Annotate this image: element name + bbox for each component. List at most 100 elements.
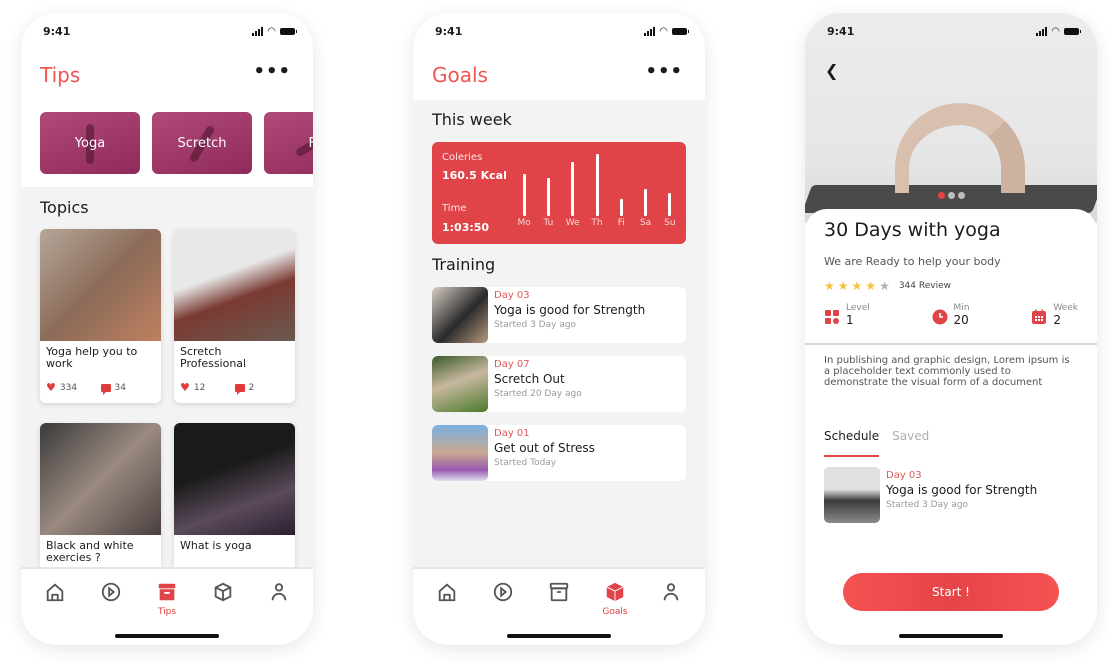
nav-tips[interactable] bbox=[534, 581, 584, 618]
nav-play[interactable] bbox=[86, 581, 136, 618]
nav-home[interactable] bbox=[422, 581, 472, 618]
topic-name: What is yoga bbox=[180, 539, 252, 552]
back-chevron-icon[interactable]: ❮ bbox=[825, 61, 838, 80]
nav-play[interactable] bbox=[478, 581, 528, 618]
training-day: Day 03 bbox=[494, 290, 530, 301]
training-name: Get out of Stress bbox=[494, 441, 595, 455]
training-item[interactable]: Day 07 Scretch Out Started 20 Day ago bbox=[432, 356, 686, 412]
heart-icon[interactable]: ♥ bbox=[180, 381, 190, 394]
start-button[interactable]: Start ! bbox=[843, 573, 1059, 611]
bottom-nav: Goals bbox=[413, 567, 705, 645]
review-count: 344 Review bbox=[898, 281, 951, 291]
app-header: Goals ••• bbox=[413, 53, 705, 101]
more-horizontal-icon[interactable]: ••• bbox=[253, 61, 291, 82]
star-icon: ★ bbox=[824, 279, 835, 293]
topic-image bbox=[174, 229, 295, 341]
training-started: Started Today bbox=[494, 458, 557, 468]
tab-schedule[interactable]: Schedule bbox=[824, 429, 880, 457]
topic-image bbox=[174, 423, 295, 535]
training-day: Day 07 bbox=[494, 359, 530, 370]
calories-label: Coleries bbox=[442, 152, 483, 163]
home-icon bbox=[46, 583, 64, 602]
goals-screen: 9:41 ◠ Goals ••• This week Training Cole… bbox=[413, 13, 705, 645]
schedule-name: Yoga is good for Strength bbox=[886, 483, 1038, 497]
wifi-icon: ◠ bbox=[1051, 26, 1060, 37]
nav-goals[interactable] bbox=[198, 581, 248, 618]
category-carousel[interactable]: Yoga Scretch Fl bbox=[40, 112, 313, 174]
status-time: 9:41 bbox=[435, 25, 463, 38]
comments-count: 2 bbox=[248, 382, 255, 393]
carousel-indicator[interactable] bbox=[938, 192, 965, 199]
category-card-yoga[interactable]: Yoga bbox=[40, 112, 140, 174]
rating: ★ ★ ★ ★ ★ 344 Review bbox=[824, 279, 951, 293]
carousel-dot[interactable] bbox=[948, 192, 955, 199]
heart-icon[interactable]: ♥ bbox=[46, 381, 56, 394]
training-thumbnail bbox=[432, 287, 488, 343]
page-title: Goals bbox=[432, 63, 488, 87]
nav-profile[interactable] bbox=[646, 581, 696, 618]
bar-tu bbox=[546, 178, 550, 216]
nav-profile[interactable] bbox=[254, 581, 304, 618]
program-detail-screen: 9:41 ◠ ❮ 30 Days with yoga We are Ready … bbox=[805, 13, 1097, 645]
topic-card[interactable]: Scretch Professional ♥ 12 2 bbox=[174, 229, 295, 403]
home-indicator bbox=[507, 634, 611, 638]
category-card-scretch[interactable]: Scretch bbox=[152, 112, 252, 174]
training-thumbnail bbox=[432, 356, 488, 412]
bar-th bbox=[595, 154, 599, 216]
nav-tips[interactable]: Tips bbox=[142, 581, 192, 618]
schedule-day: Day 03 bbox=[886, 470, 922, 481]
status-bar: 9:41 ◠ bbox=[21, 13, 313, 53]
app-header: Tips ••• bbox=[21, 53, 313, 101]
carousel-dot[interactable] bbox=[938, 192, 945, 199]
program-stats: Level 1 Min 20 Week 2 bbox=[824, 303, 1078, 327]
weekly-bar-labels: Mo Tu We Th Fi Sa Su bbox=[512, 218, 682, 230]
topic-image bbox=[40, 229, 161, 341]
signal-icon bbox=[1036, 27, 1048, 36]
nav-goals[interactable]: Goals bbox=[590, 581, 640, 618]
wifi-icon: ◠ bbox=[659, 26, 668, 37]
weekly-bar-chart bbox=[512, 154, 682, 216]
training-title: Training bbox=[432, 255, 496, 274]
stat-minutes: Min 20 bbox=[932, 303, 970, 327]
bottom-nav: Tips bbox=[21, 567, 313, 645]
program-subtitle: We are Ready to help your body bbox=[824, 255, 1001, 268]
training-thumbnail bbox=[432, 425, 488, 481]
training-started: Started 20 Day ago bbox=[494, 389, 582, 399]
battery-icon bbox=[1064, 28, 1081, 35]
topics-grid: Yoga help you to work ♥ 334 34 Scretch Pr… bbox=[40, 229, 295, 597]
user-icon bbox=[663, 583, 679, 601]
schedule-item[interactable]: Day 03 Yoga is good for Strength Started… bbox=[824, 467, 1043, 523]
battery-icon bbox=[280, 28, 297, 35]
bar-label-th: Th bbox=[591, 218, 603, 228]
battery-icon bbox=[672, 28, 689, 35]
box-icon bbox=[214, 582, 232, 602]
week-summary-card: Coleries 160.5 Kcal Time 1:03:50 Mo Tu We T… bbox=[432, 142, 686, 244]
comment-icon[interactable] bbox=[100, 383, 111, 395]
time-value: 1:03:50 bbox=[442, 221, 490, 234]
bar-label-fi: Fi bbox=[617, 218, 625, 228]
signal-icon bbox=[252, 27, 264, 36]
tips-screen: 9:41 ◠ Tips ••• Yoga Scretch Fl Topics Y… bbox=[21, 13, 313, 645]
comment-icon[interactable] bbox=[234, 383, 245, 395]
detail-tabs: Schedule Saved bbox=[824, 429, 929, 457]
play-circle-icon bbox=[493, 582, 513, 602]
schedule-started: Started 3 Day ago bbox=[886, 500, 969, 510]
training-item[interactable]: Day 01 Get out of Stress Started Today bbox=[432, 425, 686, 481]
calories-value: 160.5 Kcal bbox=[442, 169, 507, 182]
more-horizontal-icon[interactable]: ••• bbox=[645, 61, 683, 82]
comments-count: 34 bbox=[114, 382, 126, 393]
carousel-dot[interactable] bbox=[958, 192, 965, 199]
home-indicator bbox=[115, 634, 219, 638]
detail-sheet: 30 Days with yoga We are Ready to help y… bbox=[805, 209, 1097, 645]
star-icon: ★ bbox=[837, 279, 849, 293]
training-name: Yoga is good for Strength bbox=[494, 303, 646, 317]
user-icon bbox=[271, 583, 287, 601]
nav-home[interactable] bbox=[30, 581, 80, 618]
topic-name: Black and white exercies ? bbox=[46, 539, 134, 564]
topic-card[interactable]: Yoga help you to work ♥ 334 34 bbox=[40, 229, 161, 403]
training-item[interactable]: Day 03 Yoga is good for Strength Started… bbox=[432, 287, 686, 343]
topics-title: Topics bbox=[40, 198, 89, 217]
tab-saved[interactable]: Saved bbox=[892, 429, 929, 457]
topic-name: Yoga help you to work bbox=[46, 345, 138, 370]
category-card-flex[interactable]: Fl bbox=[264, 112, 313, 174]
